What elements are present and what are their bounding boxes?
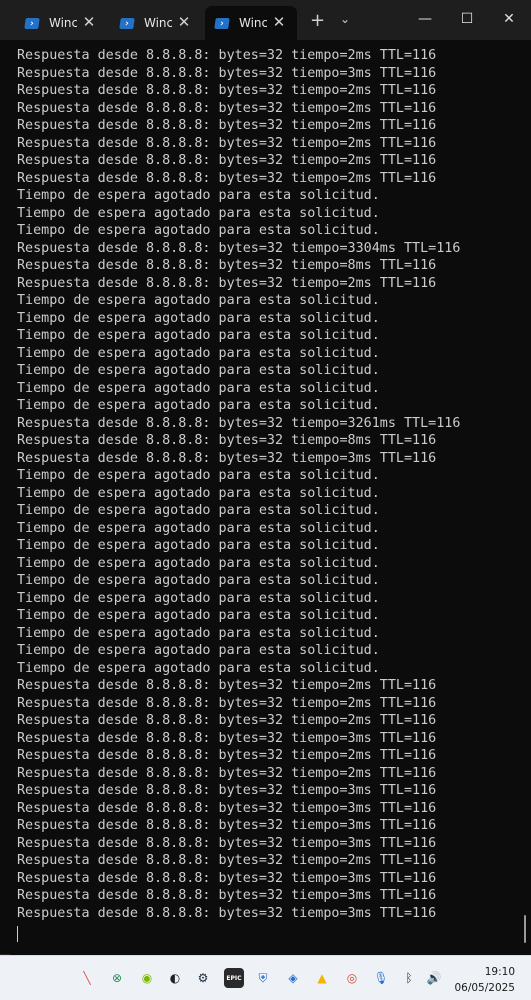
close-window-button[interactable]: ✕ xyxy=(494,8,524,30)
terminal-line: Respuesta desde 8.8.8.8: bytes=32 tiempo… xyxy=(17,433,437,448)
clock-time: 19:10 xyxy=(484,966,515,978)
new-tab-button[interactable]: + xyxy=(310,10,325,31)
terminal-line: Tiempo de espera agotado para esta solic… xyxy=(17,293,380,308)
terminal-line: Respuesta desde 8.8.8.8: bytes=32 tiempo… xyxy=(17,765,437,781)
shield-icon[interactable]: ⛨ xyxy=(253,968,273,988)
terminal-line: Tiempo de espera agotado para esta solic… xyxy=(17,310,380,326)
terminal-line: Tiempo de espera agotado para esta solic… xyxy=(17,398,380,413)
terminal-line: Tiempo de espera agotado para esta solic… xyxy=(17,223,380,238)
tab-title: Winc xyxy=(239,16,267,30)
defender-icon[interactable]: ◈ xyxy=(283,968,303,988)
terminal-lines: Respuesta desde 8.8.8.8: bytes=32 tiempo… xyxy=(17,47,460,922)
terminal-line: Tiempo de espera agotado para esta solic… xyxy=(17,485,380,501)
drive-icon[interactable]: ▲ xyxy=(312,968,332,988)
terminal-line: Respuesta desde 8.8.8.8: bytes=32 tiempo… xyxy=(17,118,437,133)
tab-dropdown-button[interactable]: ⌄ xyxy=(340,12,350,26)
powershell-icon: › xyxy=(214,17,230,29)
terminal-line: Respuesta desde 8.8.8.8: bytes=32 tiempo… xyxy=(17,888,437,903)
terminal-line: Tiempo de espera agotado para esta solic… xyxy=(17,520,380,536)
terminal-line: Respuesta desde 8.8.8.8: bytes=32 tiempo… xyxy=(17,870,437,886)
terminal-line: Respuesta desde 8.8.8.8: bytes=32 tiempo… xyxy=(17,240,461,256)
terminal-line: Respuesta desde 8.8.8.8: bytes=32 tiempo… xyxy=(17,783,437,798)
scrollbar-thumb[interactable] xyxy=(524,915,526,943)
terminal-line: Respuesta desde 8.8.8.8: bytes=32 tiempo… xyxy=(17,65,437,81)
tab-3-active[interactable]: › Winc ✕ xyxy=(205,6,297,40)
terminal-line: Tiempo de espera agotado para esta solic… xyxy=(17,380,380,396)
terminal-line: Tiempo de espera agotado para esta solic… xyxy=(17,608,380,623)
pen-slash-icon[interactable]: ╲ xyxy=(77,968,97,988)
terminal-line: Tiempo de espera agotado para esta solic… xyxy=(17,503,380,518)
terminal-line: Tiempo de espera agotado para esta solic… xyxy=(17,625,380,641)
tab-title: Winc xyxy=(49,16,77,30)
xbox-icon[interactable]: ⊗ xyxy=(107,968,127,988)
tab-title: Winc xyxy=(144,16,172,30)
terminal-line: Tiempo de espera agotado para esta solic… xyxy=(17,538,380,553)
tab-2[interactable]: › Winc ✕ xyxy=(110,6,202,40)
terminal-line: Tiempo de espera agotado para esta solic… xyxy=(17,590,380,606)
terminal-line: Respuesta desde 8.8.8.8: bytes=32 tiempo… xyxy=(17,153,437,168)
close-icon[interactable]: ✕ xyxy=(81,14,97,30)
tab-1[interactable]: › Winc ✕ xyxy=(15,6,107,40)
terminal-tab-bar: › Winc ✕ › Winc ✕ › Winc ✕ + ⌄ — ☐ ✕ xyxy=(0,0,531,41)
terminal-line: Respuesta desde 8.8.8.8: bytes=32 tiempo… xyxy=(17,415,461,431)
terminal-line: Respuesta desde 8.8.8.8: bytes=32 tiempo… xyxy=(17,450,437,466)
terminal-line: Respuesta desde 8.8.8.8: bytes=32 tiempo… xyxy=(17,713,437,728)
terminal-line: Tiempo de espera agotado para esta solic… xyxy=(17,363,380,378)
terminal-line: Tiempo de espera agotado para esta solic… xyxy=(17,643,380,658)
clock-date: 06/05/2025 xyxy=(454,982,515,994)
terminal-line: Tiempo de espera agotado para esta solic… xyxy=(17,660,380,676)
terminal-line: Respuesta desde 8.8.8.8: bytes=32 tiempo… xyxy=(17,170,437,186)
terminal-line: Respuesta desde 8.8.8.8: bytes=32 tiempo… xyxy=(17,48,437,63)
chrome-icon[interactable]: ◎ xyxy=(342,968,362,988)
terminal-line: Tiempo de espera agotado para esta solic… xyxy=(17,188,380,203)
terminal-line: Respuesta desde 8.8.8.8: bytes=32 tiempo… xyxy=(17,800,437,816)
terminal-line: Tiempo de espera agotado para esta solic… xyxy=(17,345,380,361)
terminal-line: Respuesta desde 8.8.8.8: bytes=32 tiempo… xyxy=(17,135,437,151)
terminal-line: Tiempo de espera agotado para esta solic… xyxy=(17,555,380,571)
powershell-icon: › xyxy=(24,17,40,29)
terminal-line: Respuesta desde 8.8.8.8: bytes=32 tiempo… xyxy=(17,275,437,291)
terminal-line: Respuesta desde 8.8.8.8: bytes=32 tiempo… xyxy=(17,835,437,851)
terminal-line: Respuesta desde 8.8.8.8: bytes=32 tiempo… xyxy=(17,695,437,711)
close-icon[interactable]: ✕ xyxy=(271,14,287,30)
terminal-line: Respuesta desde 8.8.8.8: bytes=32 tiempo… xyxy=(17,748,437,763)
terminal-line: Respuesta desde 8.8.8.8: bytes=32 tiempo… xyxy=(17,678,437,693)
terminal-line: Tiempo de espera agotado para esta solic… xyxy=(17,573,380,588)
text-cursor xyxy=(17,926,18,942)
nvidia-icon[interactable]: ◉ xyxy=(137,968,157,988)
microphone-icon[interactable]: 🎙 xyxy=(371,968,391,988)
terminal-line: Respuesta desde 8.8.8.8: bytes=32 tiempo… xyxy=(17,905,437,921)
terminal-line: Tiempo de espera agotado para esta solic… xyxy=(17,328,380,343)
windows-taskbar: ╲ ⊗ ◉ ◐ ⚙ EPIC ⛨ ◈ ▲ ◎ 🎙 ᛒ 🔊 19:10 06/05/2025 xyxy=(0,955,531,1000)
terminal-line: Tiempo de espera agotado para esta solic… xyxy=(17,205,380,221)
terminal-line: Respuesta desde 8.8.8.8: bytes=32 tiempo… xyxy=(17,730,437,746)
powershell-icon: › xyxy=(119,17,135,29)
terminal-line: Respuesta desde 8.8.8.8: bytes=32 tiempo… xyxy=(17,258,437,273)
terminal-line: Tiempo de espera agotado para esta solic… xyxy=(17,468,380,483)
close-icon[interactable]: ✕ xyxy=(176,14,192,30)
github-icon[interactable]: ◐ xyxy=(165,968,185,988)
terminal-output-area[interactable]: Respuesta desde 8.8.8.8: bytes=32 tiempo… xyxy=(0,40,531,954)
steam-icon[interactable]: ⚙ xyxy=(193,968,213,988)
system-clock[interactable]: 19:10 06/05/2025 xyxy=(454,964,515,996)
minimize-button[interactable]: — xyxy=(410,8,440,30)
terminal-line: Respuesta desde 8.8.8.8: bytes=32 tiempo… xyxy=(17,100,437,116)
volume-icon[interactable]: 🔊 xyxy=(424,968,444,988)
terminal-line: Respuesta desde 8.8.8.8: bytes=32 tiempo… xyxy=(17,853,437,868)
maximize-button[interactable]: ☐ xyxy=(452,8,482,30)
terminal-line: Respuesta desde 8.8.8.8: bytes=32 tiempo… xyxy=(17,818,437,833)
epic-games-icon[interactable]: EPIC xyxy=(224,968,244,988)
bluetooth-icon[interactable]: ᛒ xyxy=(399,968,419,988)
terminal-line: Respuesta desde 8.8.8.8: bytes=32 tiempo… xyxy=(17,83,437,98)
